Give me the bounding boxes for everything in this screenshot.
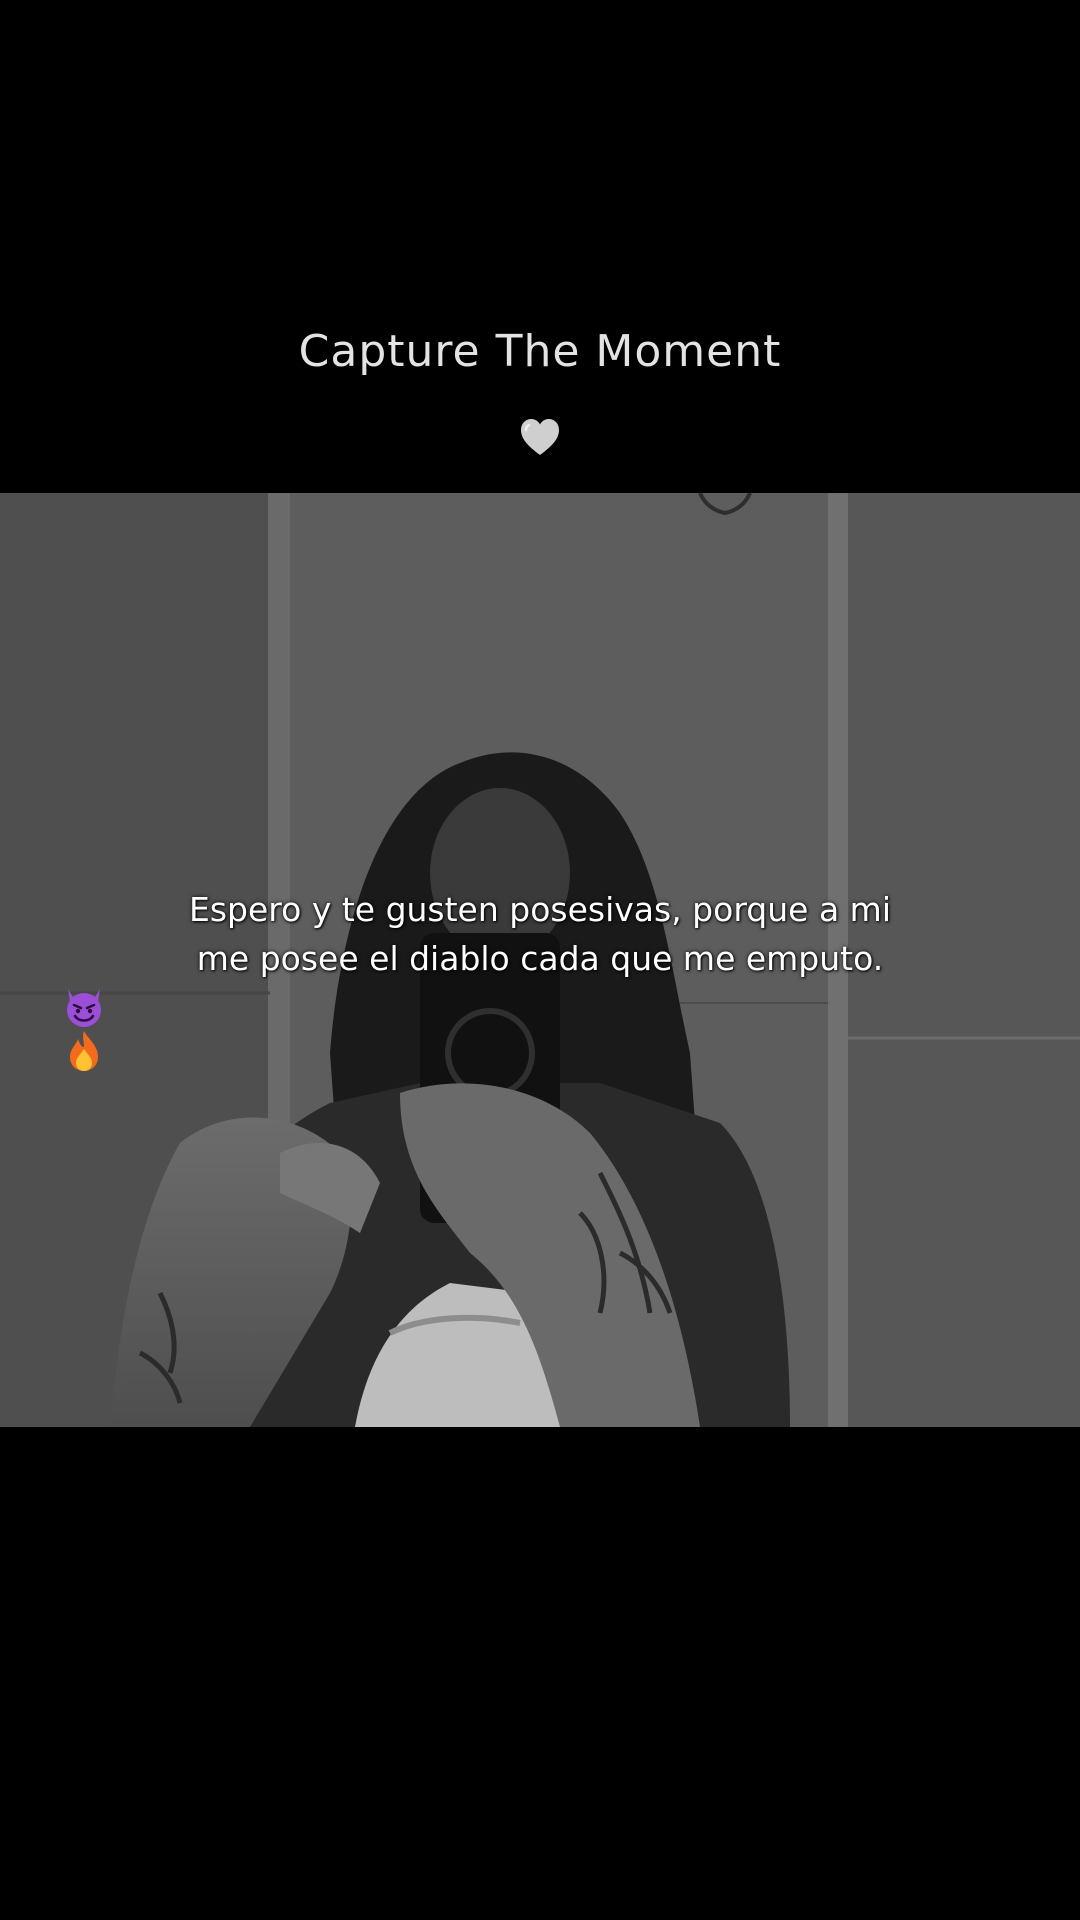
smiling-devil-icon bbox=[67, 989, 101, 1027]
photo-caption: Espero y te gusten posesivas, porque a m… bbox=[60, 885, 1020, 1071]
header-bar: Capture The Moment bbox=[0, 0, 1080, 493]
caption-emojis bbox=[60, 985, 1020, 1071]
page-title: Capture The Moment bbox=[298, 326, 782, 377]
caption-line: Espero y te gusten posesivas, porque a m… bbox=[189, 890, 891, 929]
photo: Espero y te gusten posesivas, porque a m… bbox=[0, 493, 1080, 1427]
fire-icon bbox=[70, 1031, 98, 1071]
caption-line: me posee el diablo cada que me emputo. bbox=[196, 939, 884, 978]
footer-bar bbox=[0, 1427, 1080, 1920]
grey-heart-icon bbox=[521, 419, 559, 455]
